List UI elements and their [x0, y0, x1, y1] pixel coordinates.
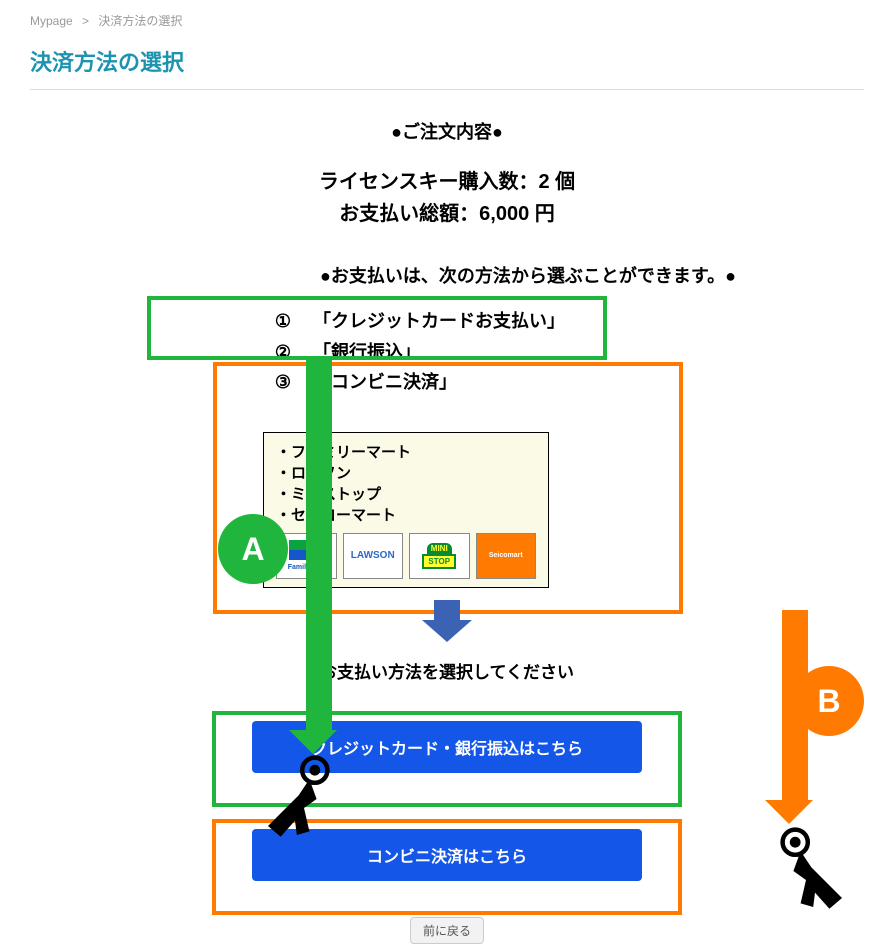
seicomart-logo-icon: Seicomart [476, 533, 537, 579]
ministop-logo-icon: MINI STOP [409, 533, 470, 579]
order-summary: ライセンスキー購入数：2 個 お支払い総額：6,000 円 [30, 166, 864, 230]
annotation-green-arrow-icon [300, 358, 337, 754]
lawson-logo-icon: LAWSON [343, 533, 404, 579]
annotation-badge-b: B [794, 666, 864, 736]
annotation-badge-a: A [218, 514, 288, 584]
breadcrumb-current: 決済方法の選択 [98, 14, 182, 28]
choose-payment-note: お支払い方法を選択してください [30, 658, 864, 683]
option-number: ① [263, 306, 303, 337]
breadcrumb: Mypage > 決済方法の選択 [30, 8, 864, 45]
payment-methods-note: ●お支払いは、次の方法から選ぶことができます。● [320, 262, 864, 288]
page-title: 決済方法の選択 [30, 45, 864, 90]
order-line-quantity: ライセンスキー購入数：2 個 [30, 166, 864, 198]
breadcrumb-separator: > [82, 14, 89, 28]
arrow-down-icon [422, 600, 472, 640]
option-credit-card: ① 「クレジットカードお支払い」 [263, 306, 717, 337]
order-line-total: お支払い総額：6,000 円 [30, 198, 864, 230]
option-number: ③ [263, 367, 303, 398]
order-heading: ●ご注文内容● [30, 118, 864, 144]
pointer-hand-right-icon [770, 826, 860, 921]
option-label: 「クレジットカードお支払い」 [313, 306, 565, 337]
breadcrumb-home[interactable]: Mypage [30, 14, 73, 28]
pointer-hand-left-icon [250, 754, 340, 849]
back-button[interactable]: 前に戻る [410, 917, 484, 944]
option-number: ② [263, 337, 303, 368]
